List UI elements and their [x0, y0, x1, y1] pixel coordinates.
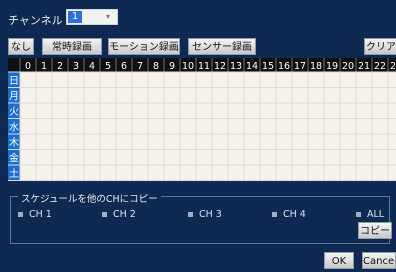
day-label: 水	[9, 121, 19, 133]
day-label: 金	[9, 151, 19, 164]
hour-label: 0	[25, 61, 31, 72]
day-label: 月	[9, 90, 19, 102]
copy-ch1-checkbox[interactable]: CH 1	[18, 209, 52, 220]
day-label: 木	[9, 137, 19, 149]
schedule-grid[interactable]: 01234567891011121314151617181920212223日月…	[8, 58, 396, 192]
hour-label: 18	[310, 61, 322, 72]
hour-label: 8	[153, 61, 159, 72]
channel-select[interactable]: 1 ▾	[66, 9, 118, 25]
checkbox-icon	[188, 212, 193, 217]
hour-label: 7	[137, 61, 143, 72]
day-label: 土	[9, 167, 19, 180]
day-label: 火	[9, 106, 19, 118]
copy-ch3-checkbox[interactable]: CH 3	[188, 209, 222, 220]
hour-label: 21	[358, 61, 370, 72]
hour-label: 20	[342, 61, 354, 72]
checkbox-icon	[272, 212, 277, 217]
checkbox-icon	[102, 212, 107, 217]
ok-button[interactable]: OK	[324, 252, 354, 269]
hour-label: 5	[105, 61, 111, 72]
copy-ch1-label: CH 1	[29, 209, 52, 220]
mode-always-button[interactable]: 常時録画	[42, 38, 102, 55]
hour-label: 6	[121, 61, 127, 72]
cancel-button[interactable]: Cancel	[362, 252, 396, 269]
hour-label: 10	[182, 61, 194, 72]
hour-label: 1	[41, 61, 47, 72]
hour-label: 12	[214, 61, 226, 72]
hour-label: 11	[198, 61, 210, 72]
copy-button[interactable]: コピー	[358, 222, 392, 239]
hour-label: 22	[374, 61, 386, 72]
copy-section-title: スケジュールを他のCHにコピー	[18, 191, 161, 205]
channel-label: チャンネル	[8, 14, 63, 27]
copy-ch4-label: CH 4	[283, 209, 306, 220]
hour-label: 4	[89, 61, 95, 72]
channel-select-value: 1	[68, 11, 82, 23]
hour-label: 23	[390, 61, 396, 72]
mode-motion-button[interactable]: モーション録画	[108, 38, 180, 55]
hour-label: 16	[278, 61, 290, 72]
hour-label: 14	[246, 61, 258, 72]
checkbox-icon	[356, 212, 361, 217]
day-label: 日	[9, 76, 19, 87]
copy-ch2-checkbox[interactable]: CH 2	[102, 209, 136, 220]
copy-all-label: ALL	[367, 209, 385, 220]
copy-ch2-label: CH 2	[113, 209, 136, 220]
chevron-down-icon: ▾	[105, 12, 110, 21]
hour-label: 3	[73, 61, 79, 72]
copy-ch4-checkbox[interactable]: CH 4	[272, 209, 306, 220]
hour-label: 2	[57, 61, 63, 72]
clear-button[interactable]: クリア	[364, 38, 396, 55]
hour-label: 13	[230, 61, 242, 72]
hour-label: 19	[326, 61, 338, 72]
hour-label: 17	[294, 61, 306, 72]
copy-ch3-label: CH 3	[199, 209, 222, 220]
mode-none-button[interactable]: なし	[8, 38, 34, 55]
hour-label: 9	[169, 61, 175, 72]
hour-label: 15	[262, 61, 274, 72]
copy-all-checkbox[interactable]: ALL	[356, 209, 384, 220]
mode-sensor-button[interactable]: センサー録画	[188, 38, 256, 55]
checkbox-icon	[18, 212, 23, 217]
